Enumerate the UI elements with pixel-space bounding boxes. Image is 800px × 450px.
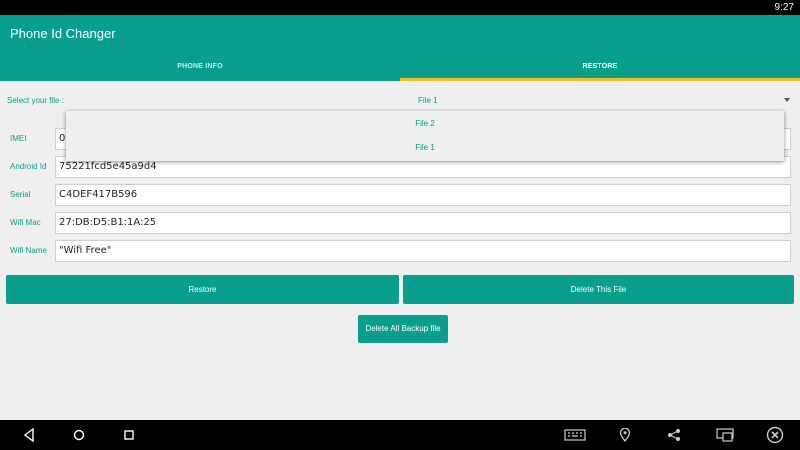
wifi-name-row: Wifi Name "Wifi Free" <box>0 240 800 262</box>
delete-all-backup-button[interactable]: Delete All Backup file <box>358 315 448 343</box>
dropdown-option-file-1[interactable]: File 1 <box>66 136 784 160</box>
keyboard-icon[interactable] <box>564 428 586 442</box>
serial-label: Serial <box>10 190 31 199</box>
android-id-label: Android Id <box>10 162 47 171</box>
dropdown-arrow-icon[interactable] <box>784 98 790 102</box>
wifi-mac-label: Wifi Mac <box>10 218 41 227</box>
tab-indicator <box>400 78 800 81</box>
dropdown-option-file-2[interactable]: File 2 <box>66 112 784 136</box>
tab-restore[interactable]: RESTORE <box>400 54 800 81</box>
recents-icon[interactable] <box>122 428 136 442</box>
close-icon[interactable] <box>766 426 784 444</box>
app-bar: Phone Id Changer <box>0 15 800 54</box>
wifi-mac-field[interactable]: 27:DB:D5:B1:1A:25 <box>55 212 791 234</box>
file-select-spinner[interactable]: File 1 <box>418 96 438 105</box>
wifi-name-label: Wifi Name <box>10 246 47 255</box>
file-dropdown-menu: File 2 File 1 <box>66 111 784 161</box>
status-bar: 9:27 <box>0 0 800 15</box>
app-title: Phone Id Changer <box>10 26 116 41</box>
back-icon[interactable] <box>22 428 36 442</box>
wifi-mac-row: Wifi Mac 27:DB:D5:B1:1A:25 <box>0 212 800 234</box>
serial-field[interactable]: C4DEF417B596 <box>55 184 791 206</box>
cast-icon[interactable] <box>716 428 734 442</box>
restore-button[interactable]: Restore <box>6 275 399 304</box>
wifi-name-field[interactable]: "Wifi Free" <box>55 240 791 262</box>
tab-bar: PHONE INFO RESTORE <box>0 54 800 81</box>
share-icon[interactable] <box>667 428 681 442</box>
imei-label: IMEI <box>10 134 27 143</box>
status-time: 9:27 <box>774 2 794 13</box>
serial-row: Serial C4DEF417B596 <box>0 184 800 206</box>
select-file-label: Select your file : <box>7 96 64 105</box>
home-icon[interactable] <box>72 428 86 442</box>
delete-file-button[interactable]: Delete This File <box>403 275 794 304</box>
navigation-bar <box>0 420 800 450</box>
tab-phone-info[interactable]: PHONE INFO <box>0 54 400 81</box>
location-icon[interactable] <box>619 428 631 442</box>
